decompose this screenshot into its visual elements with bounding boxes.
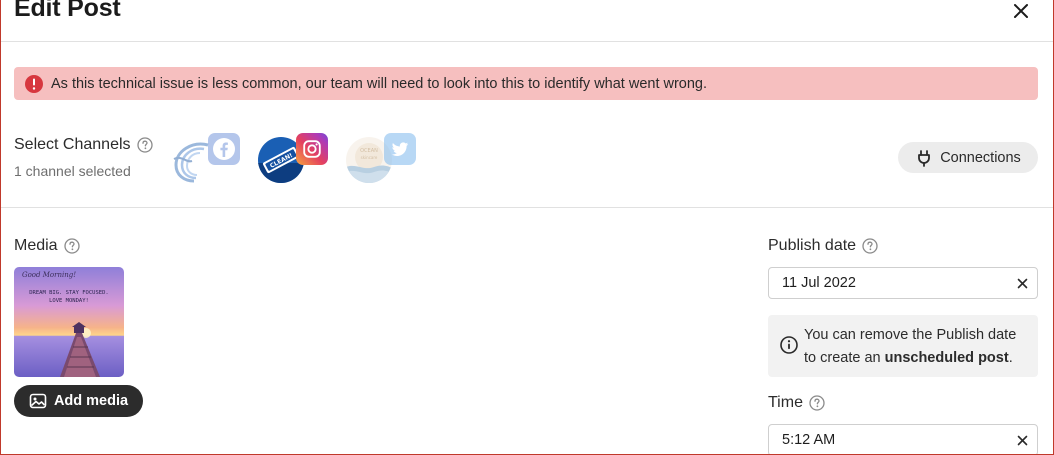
info-line-2-suffix: .: [1008, 350, 1013, 366]
clear-publish-date-button[interactable]: [1007, 268, 1037, 298]
close-icon: [1014, 4, 1028, 18]
alert-icon: [25, 74, 43, 93]
edit-post-dialog: Edit Post As this technical issue is les…: [0, 0, 1054, 455]
unscheduled-info-box: You can remove the Publish date to creat…: [768, 315, 1038, 377]
add-media-button[interactable]: Add media: [14, 385, 143, 417]
info-message: You can remove the Publish date to creat…: [804, 324, 1016, 370]
channel-instagram[interactable]: CLEAN!: [258, 133, 332, 185]
time-value[interactable]: 5:12 AM: [782, 432, 1007, 448]
help-icon[interactable]: [136, 137, 153, 153]
close-button[interactable]: [1011, 1, 1031, 21]
info-line-2-prefix: to create an: [804, 350, 885, 366]
publish-date-value[interactable]: 11 Jul 2022: [782, 275, 1007, 291]
instagram-icon: [296, 133, 328, 165]
thumbnail-caption-line-3: LOVE MONDAY!: [49, 298, 89, 304]
thumbnail-caption: Good Morning! DREAM BIG. STAY FOCUSED. L…: [14, 271, 124, 306]
plug-icon: [918, 149, 931, 167]
select-channels-label: Select Channels: [14, 136, 153, 154]
image-icon: [29, 393, 47, 409]
time-field[interactable]: 5:12 AM: [768, 424, 1038, 454]
info-line-1: You can remove the Publish date: [804, 327, 1017, 343]
time-label: Time: [768, 394, 825, 412]
svg-text:skincare: skincare: [361, 155, 378, 160]
close-icon: [1017, 278, 1027, 288]
add-media-label: Add media: [53, 393, 129, 409]
channel-twitter[interactable]: OCEAN skincare: [346, 133, 420, 185]
connections-label: Connections: [940, 149, 1021, 166]
connections-button[interactable]: Connections: [898, 142, 1038, 173]
dialog-title: Edit Post: [14, 0, 121, 22]
publish-date-label: Publish date: [768, 237, 878, 255]
alert-message: As this technical issue is less common, …: [51, 75, 708, 92]
select-channels-text: Select Channels: [14, 136, 131, 153]
channels-selected-count: 1 channel selected: [14, 163, 131, 179]
publish-date-label-text: Publish date: [768, 237, 857, 254]
media-label: Media: [14, 237, 80, 255]
close-icon: [1017, 435, 1027, 445]
dialog-header: Edit Post: [1, 0, 1053, 42]
help-icon[interactable]: [862, 238, 878, 254]
facebook-icon: [208, 133, 240, 165]
info-line-2-bold: unscheduled post: [884, 350, 1009, 366]
info-line-2: to create an unscheduled post.: [804, 347, 1016, 370]
twitter-icon: [384, 133, 416, 165]
publish-date-field[interactable]: 11 Jul 2022: [768, 267, 1038, 299]
help-icon[interactable]: [63, 238, 80, 254]
time-label-text: Time: [768, 394, 803, 411]
thumbnail-caption-line-1: Good Morning!: [22, 271, 77, 279]
help-icon[interactable]: [809, 395, 825, 411]
section-divider: [1, 207, 1053, 208]
svg-text:OCEAN: OCEAN: [360, 148, 378, 154]
media-label-text: Media: [14, 237, 58, 254]
error-alert: As this technical issue is less common, …: [14, 67, 1038, 100]
info-icon: [780, 336, 798, 354]
media-thumbnail[interactable]: Good Morning! DREAM BIG. STAY FOCUSED. L…: [14, 267, 124, 377]
channel-facebook[interactable]: [170, 133, 244, 185]
clear-time-button[interactable]: [1007, 425, 1037, 454]
